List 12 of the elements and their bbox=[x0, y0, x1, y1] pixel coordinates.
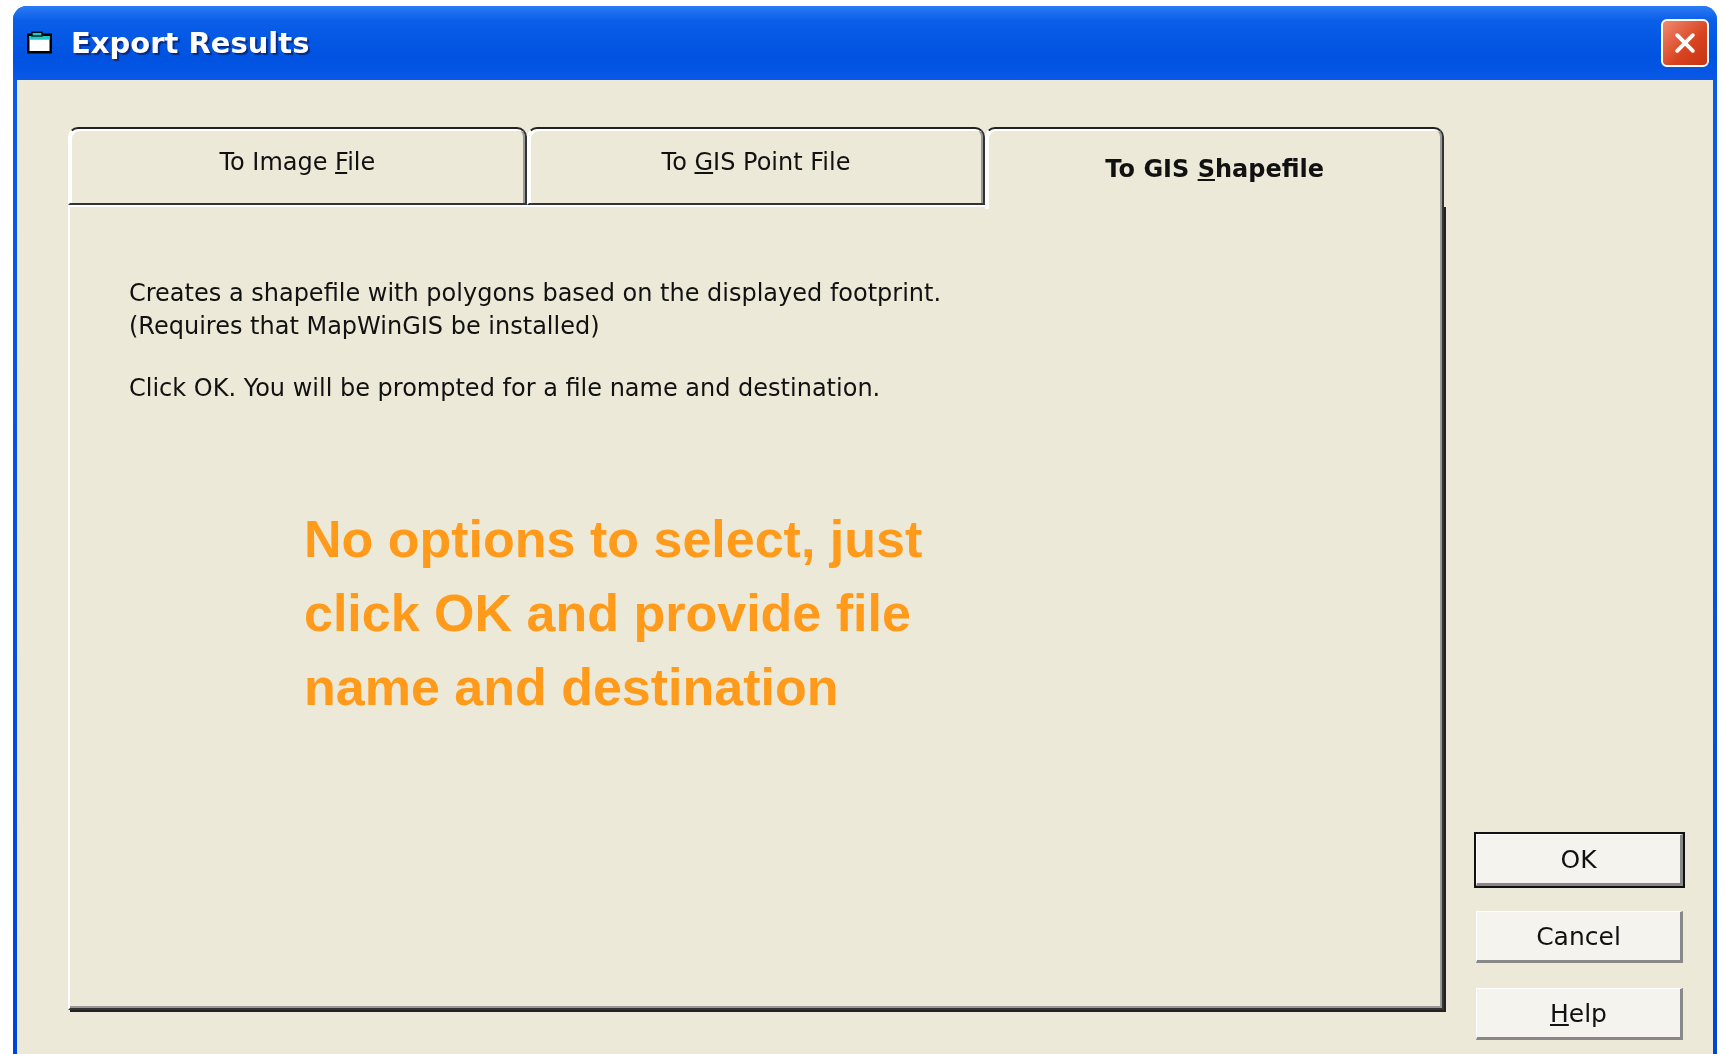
dialog-button[interactable]: OK bbox=[1476, 834, 1683, 886]
description-text: Creates a shapefile with polygons based on the displayed footprint. (Requires that MapWinGIS be installed) bbox=[129, 278, 943, 342]
instruction-text: Click OK. You will be prompted for a file name and destination. bbox=[129, 373, 882, 404]
tab[interactable]: To GIS Shapefile bbox=[985, 127, 1444, 209]
dialog-button[interactable]: Help bbox=[1476, 988, 1683, 1040]
tab[interactable]: To Image File bbox=[68, 127, 527, 205]
annotation-text: No options to select, just click OK and provide file name and destination bbox=[304, 509, 924, 718]
tab[interactable]: To GIS Point File bbox=[526, 127, 986, 205]
close-button[interactable] bbox=[1661, 19, 1709, 67]
close-icon bbox=[1672, 30, 1698, 56]
dialog-button[interactable]: Cancel bbox=[1476, 911, 1683, 963]
window-title: Export Results bbox=[71, 26, 310, 60]
